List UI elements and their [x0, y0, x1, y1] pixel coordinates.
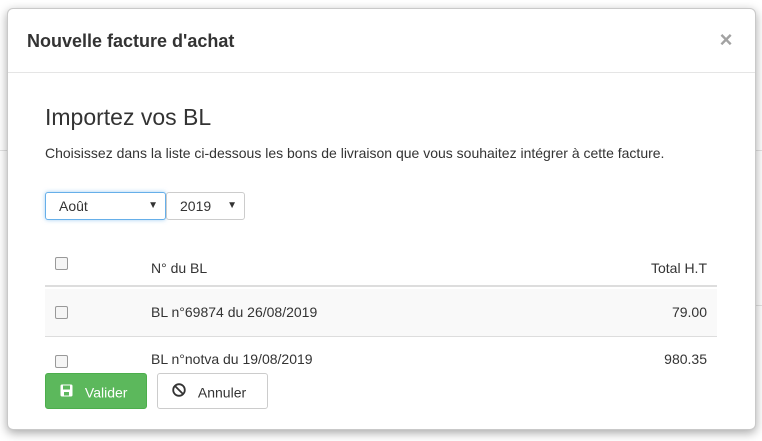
- validate-button-label: Valider: [84, 384, 128, 401]
- background-line: [755, 305, 762, 306]
- cancel-button-label: Annuler: [197, 384, 247, 401]
- background-line: [0, 150, 7, 151]
- year-select[interactable]: 2019 ▼: [166, 192, 245, 220]
- row-checkbox[interactable]: [55, 355, 68, 368]
- delivery-note-total: 79.00: [671, 304, 707, 320]
- ban-circle-icon: [172, 375, 186, 409]
- column-header-total: Total H.T: [650, 260, 707, 276]
- floppy-disk-icon: [60, 375, 73, 409]
- delivery-note-total: 980.35: [664, 351, 707, 367]
- close-icon[interactable]: ×: [716, 28, 736, 52]
- delivery-note-number: BL n°69874 du 26/08/2019: [151, 304, 318, 320]
- year-select-value: 2019: [180, 198, 212, 214]
- validate-button[interactable]: Valider: [45, 373, 147, 409]
- table-row: BL n°69874 du 26/08/2019 79.00: [45, 289, 717, 337]
- background-line: [755, 150, 762, 151]
- table-header-row: N° du BL Total H.T: [45, 239, 717, 287]
- dropdown-caret-icon: ▼: [148, 200, 158, 211]
- section-title: Importez vos BL: [45, 104, 212, 130]
- select-all-checkbox[interactable]: [55, 257, 68, 270]
- column-header-number: N° du BL: [151, 260, 208, 276]
- instructions-text: Choisissez dans la liste ci-dessous les …: [45, 145, 665, 161]
- cancel-button[interactable]: Annuler: [157, 373, 268, 409]
- purchase-invoice-modal: Nouvelle facture d'achat × Importez vos …: [7, 8, 756, 430]
- row-checkbox[interactable]: [55, 306, 68, 319]
- delivery-note-number: BL n°notva du 19/08/2019: [151, 351, 313, 367]
- month-select[interactable]: Août ▼: [45, 192, 166, 220]
- modal-title: Nouvelle facture d'achat: [27, 31, 235, 51]
- dropdown-caret-icon: ▼: [227, 200, 237, 211]
- month-select-value: Août: [59, 198, 88, 214]
- modal-header: Nouvelle facture d'achat ×: [8, 9, 755, 73]
